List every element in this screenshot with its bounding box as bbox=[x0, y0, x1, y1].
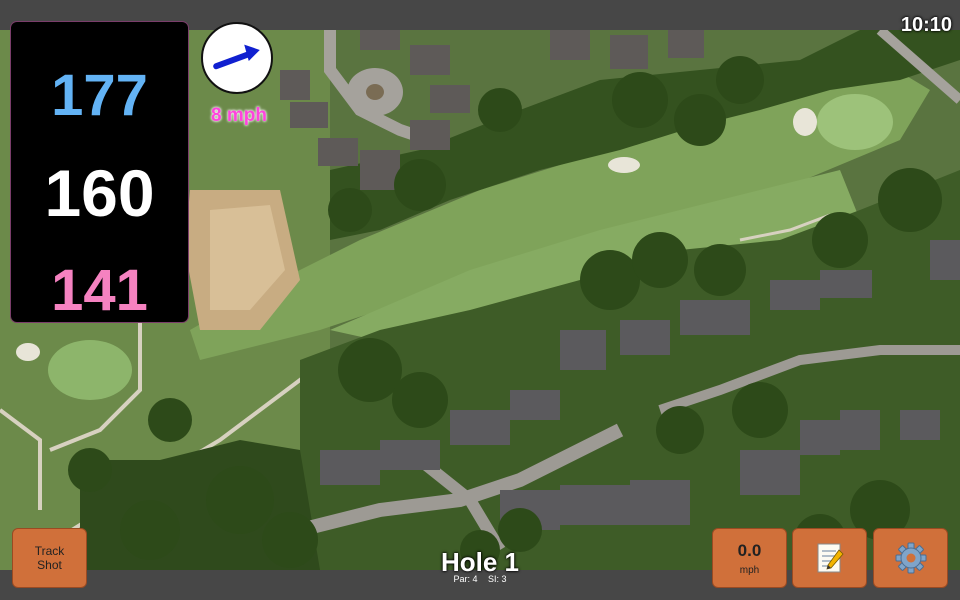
clock: 10:10 bbox=[900, 14, 952, 36]
wind-arrow-icon bbox=[213, 44, 260, 70]
back-yardage: 177 bbox=[51, 63, 148, 128]
middle-yardage: 160 bbox=[44, 156, 155, 230]
hole-par: Par: 4 bbox=[453, 574, 478, 584]
wind-speed: 8 mph bbox=[211, 105, 267, 126]
track-shot-label-line2: Shot bbox=[37, 558, 62, 572]
front-yardage: 141 bbox=[51, 258, 148, 323]
track-shot-label-line1: Track bbox=[34, 544, 65, 558]
settings-button[interactable] bbox=[873, 528, 948, 588]
hole-info: Hole 1 Par: 4 SI: 3 bbox=[380, 548, 580, 584]
yardage-panel: 177 160 141 bbox=[11, 22, 188, 323]
speed-unit: mph bbox=[739, 564, 760, 576]
speed-button[interactable]: 0.0 mph bbox=[712, 528, 787, 588]
notes-icon bbox=[817, 543, 844, 573]
speed-value: 0.0 bbox=[737, 540, 762, 560]
hole-details: Par: 4 SI: 3 bbox=[380, 574, 580, 584]
golf-gps-screen: 10:10 177 160 141 8 mph Track Shot Hole … bbox=[0, 0, 960, 600]
notes-button[interactable] bbox=[792, 528, 867, 588]
hole-title: Hole 1 bbox=[440, 547, 520, 577]
wind-direction-dial bbox=[201, 22, 273, 94]
hole-stroke-index: SI: 3 bbox=[488, 574, 507, 584]
track-shot-button[interactable]: Track Shot bbox=[12, 528, 87, 588]
gear-icon bbox=[895, 542, 926, 574]
